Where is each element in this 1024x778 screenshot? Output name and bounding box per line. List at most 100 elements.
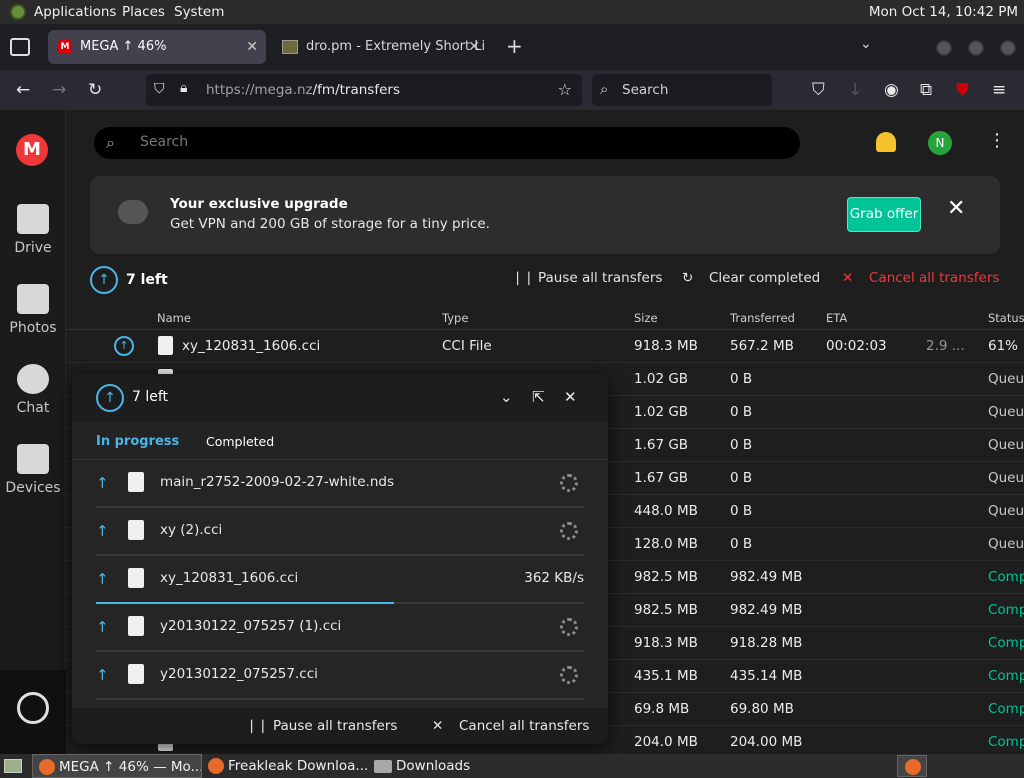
- download-icon[interactable]: ↓: [848, 80, 862, 100]
- cancel-icon[interactable]: ✕: [432, 718, 443, 734]
- pause-icon[interactable]: ❘❘: [246, 718, 269, 734]
- close-tab-icon[interactable]: ✕: [468, 30, 480, 64]
- row-size: 69.8 MB: [634, 701, 690, 717]
- row-transferred: 982.49 MB: [730, 602, 803, 618]
- transfer-manager-icon[interactable]: [17, 692, 49, 724]
- column-status[interactable]: Status: [988, 311, 1024, 325]
- menu-places[interactable]: Places: [122, 4, 165, 20]
- maximize-window-icon[interactable]: [968, 40, 984, 56]
- url-bar[interactable]: ⛉ 🔒︎ https://mega.nz/fm/transfers ☆: [146, 74, 582, 106]
- cancel-icon[interactable]: ✕: [842, 270, 853, 286]
- overlay-item-name: xy_120831_1606.cci: [160, 570, 299, 586]
- row-size: 1.67 GB: [634, 470, 689, 486]
- overlay-list-item[interactable]: ↑ y20130122_075257.cci: [96, 652, 584, 700]
- folder-icon: [17, 204, 49, 234]
- close-window-icon[interactable]: [1000, 40, 1016, 56]
- file-icon: [128, 520, 144, 540]
- close-tab-icon[interactable]: ✕: [246, 30, 258, 64]
- minimize-window-icon[interactable]: [936, 40, 952, 56]
- bookmark-star-icon[interactable]: ☆: [558, 80, 572, 99]
- tab-overview-icon[interactable]: [10, 38, 30, 56]
- sidebar-item-chat[interactable]: Chat: [0, 364, 66, 416]
- tab-title: dro.pm - Extremely Short Li: [306, 39, 486, 54]
- taskbar-item-freakleak[interactable]: Freakleak Downloa...: [202, 754, 370, 778]
- sidebar-item-photos[interactable]: Photos: [0, 284, 66, 336]
- row-size: 918.3 MB: [634, 635, 698, 651]
- ublock-icon[interactable]: ⛊: [956, 80, 969, 100]
- column-eta[interactable]: ETA: [826, 311, 847, 325]
- clock[interactable]: Mon Oct 14, 10:42 PM: [869, 4, 1018, 20]
- menu-applications[interactable]: Applications: [34, 4, 116, 20]
- column-name[interactable]: Name: [157, 311, 191, 325]
- reload-icon[interactable]: ↻: [88, 80, 102, 100]
- browser-search-field[interactable]: ⌕ Search: [592, 74, 772, 106]
- upload-arrow-icon: ↑: [96, 474, 109, 492]
- overlay-tabs: In progress Completed: [72, 422, 608, 460]
- new-tab-icon[interactable]: +: [506, 34, 523, 58]
- show-desktop-icon[interactable]: [4, 759, 22, 773]
- upload-arrow-icon: ↑: [114, 336, 134, 356]
- back-icon[interactable]: ←: [16, 80, 30, 100]
- overlay-list-item[interactable]: ↑ xy (2).cci: [96, 508, 584, 556]
- sidebar-item-devices[interactable]: Devices: [0, 444, 66, 496]
- table-row[interactable]: ↑ xy_120831_1606.cci CCI File 918.3 MB 5…: [66, 330, 1024, 363]
- sidebar-bottom: [0, 670, 66, 754]
- overlay-list-item[interactable]: ↑ y20130122_075257 (1).cci: [96, 604, 584, 652]
- tab-in-progress[interactable]: In progress: [96, 434, 179, 449]
- overlay-cancel-all-button[interactable]: Cancel all transfers: [459, 718, 589, 734]
- sidebar-item-drive[interactable]: Drive: [0, 204, 66, 256]
- row-status: 61%: [988, 338, 1019, 354]
- transfer-actions: ↑ 7 left ❘❘ Pause all transfers ↻ Clear …: [66, 262, 1024, 298]
- chevron-down-icon[interactable]: ⌄: [860, 36, 872, 52]
- cloud-icon: [118, 200, 148, 224]
- row-eta: 00:02:03: [826, 338, 887, 354]
- tab-mega[interactable]: M MEGA ↑ 46% ✕: [48, 30, 266, 64]
- mega-search-input[interactable]: ⌕ Search: [94, 127, 800, 159]
- clear-completed-button[interactable]: Clear completed: [709, 270, 820, 286]
- overlay-item-name: xy (2).cci: [160, 522, 223, 538]
- close-banner-icon[interactable]: ✕: [947, 196, 965, 221]
- taskbar-item-downloads[interactable]: Downloads: [370, 754, 510, 778]
- tray-firefox[interactable]: [897, 755, 927, 777]
- column-type[interactable]: Type: [442, 311, 468, 325]
- close-icon[interactable]: ✕: [564, 388, 577, 406]
- grab-offer-button[interactable]: Grab offer: [847, 197, 921, 232]
- account-icon[interactable]: ◉: [884, 80, 899, 100]
- overlay-list-item[interactable]: ↑ xy_120831_1606.cci 362 KB/s: [96, 556, 584, 604]
- extensions-icon[interactable]: ⧉: [920, 80, 932, 100]
- column-size[interactable]: Size: [634, 311, 658, 325]
- row-size: 204.0 MB: [634, 734, 698, 750]
- clear-icon[interactable]: ↻: [682, 270, 693, 286]
- transfers-left-count: 7 left: [126, 272, 168, 288]
- overlay-list-item[interactable]: ↑ main_r2752-2009-02-27-white.nds: [96, 460, 584, 508]
- column-transferred[interactable]: Transferred: [730, 311, 795, 325]
- hamburger-menu-icon[interactable]: ≡: [992, 80, 1006, 100]
- taskbar: MEGA ↑ 46% — Mo... Freakleak Downloa... …: [0, 754, 1024, 778]
- tab-dro[interactable]: dro.pm - Extremely Short Li ✕: [274, 30, 488, 64]
- expand-icon[interactable]: ⇱: [532, 388, 545, 406]
- overlay-pause-all-button[interactable]: Pause all transfers: [273, 718, 397, 734]
- upload-arrow-icon: ↑: [90, 266, 118, 294]
- row-transferred: 69.80 MB: [730, 701, 794, 717]
- chevron-down-icon[interactable]: ⌄: [500, 388, 513, 406]
- pocket-icon[interactable]: ⛉: [812, 80, 825, 100]
- cancel-all-button[interactable]: Cancel all transfers: [869, 270, 999, 286]
- notification-bell-icon[interactable]: [876, 132, 896, 152]
- pause-icon[interactable]: ❘❘: [512, 270, 535, 286]
- distro-logo-icon[interactable]: [10, 4, 26, 20]
- more-options-icon[interactable]: ⋮: [988, 130, 1006, 151]
- tab-completed[interactable]: Completed: [206, 434, 274, 449]
- forward-icon[interactable]: →: [52, 80, 66, 100]
- menu-system[interactable]: System: [174, 4, 224, 20]
- row-size: 435.1 MB: [634, 668, 698, 684]
- lock-icon[interactable]: 🔒︎: [180, 80, 187, 96]
- row-status: Queu: [988, 404, 1024, 420]
- avatar[interactable]: N: [928, 131, 952, 155]
- shield-icon[interactable]: ⛉: [154, 81, 165, 97]
- taskbar-item-mega[interactable]: MEGA ↑ 46% — Mo...: [32, 754, 202, 778]
- mega-logo[interactable]: M: [16, 134, 48, 166]
- sidebar-item-label: Devices: [5, 480, 61, 496]
- firefox-icon: [208, 758, 224, 774]
- pause-all-button[interactable]: Pause all transfers: [538, 270, 662, 286]
- firefox-icon: [39, 759, 55, 775]
